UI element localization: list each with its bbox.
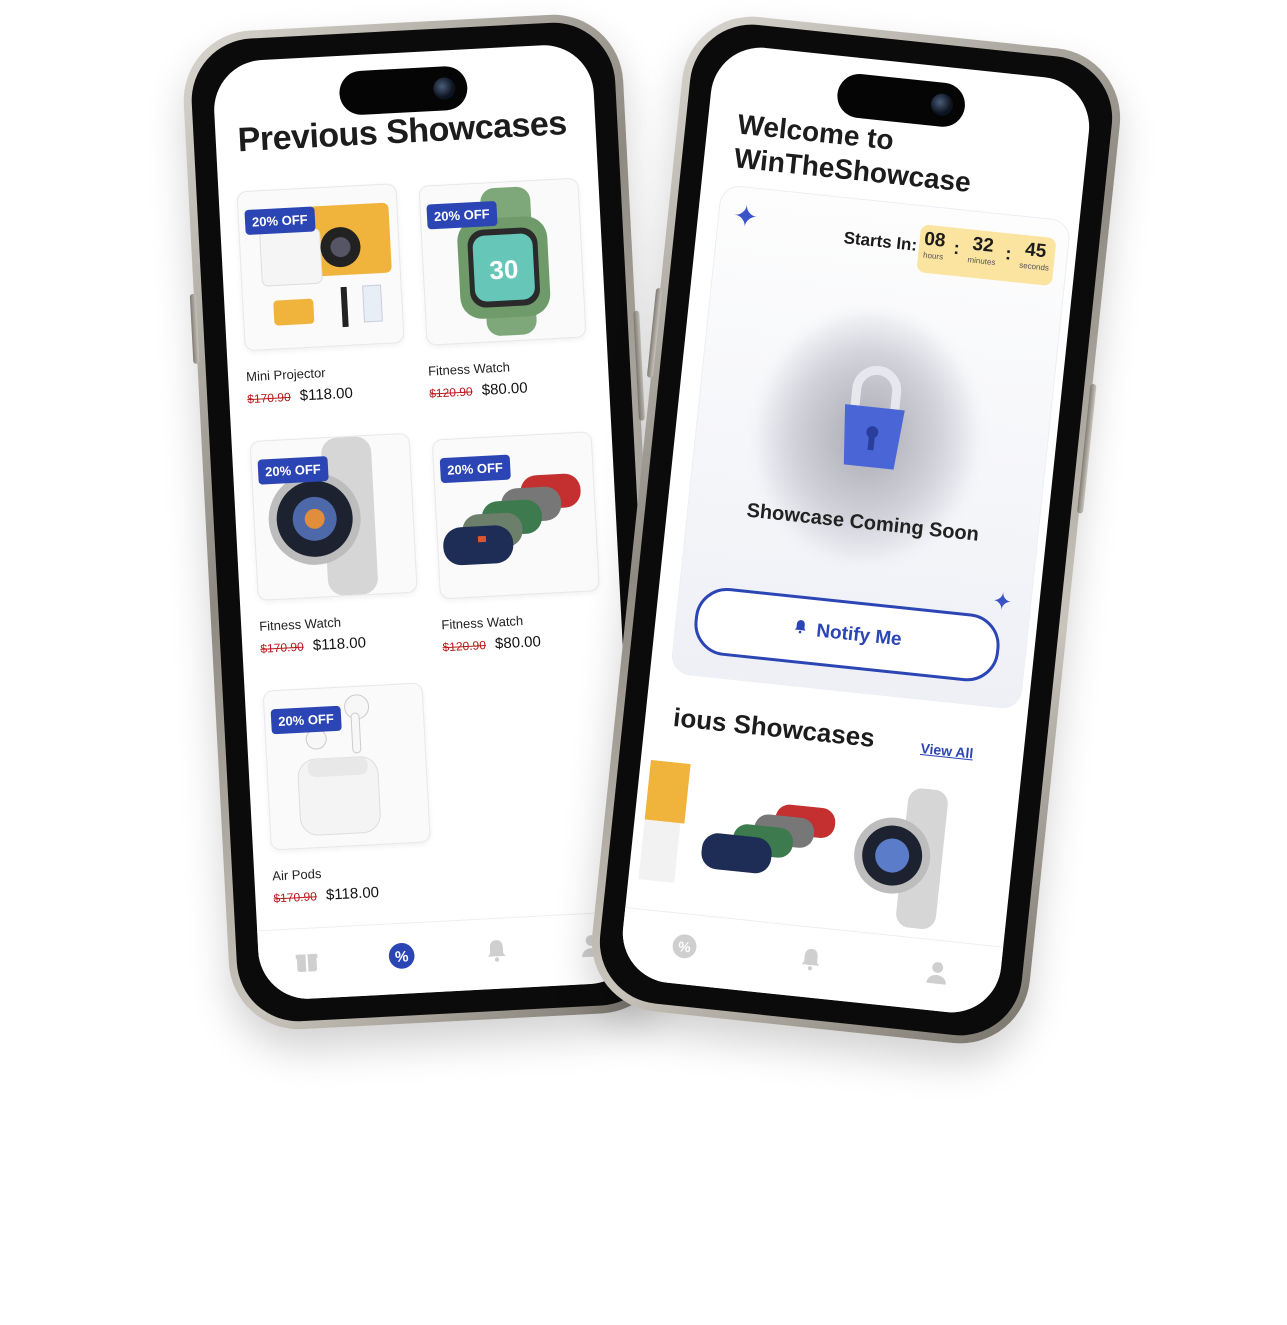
- phone-bezel: Previous Showcases 20% OFF Mini Projecto…: [188, 19, 664, 1025]
- sparkle-icon: ✦: [990, 587, 1014, 617]
- product-card[interactable]: 20% OFF Fitness Watch $170.90 $118.00: [249, 432, 421, 657]
- product-card[interactable]: 20% OFF 30 Fitness Watch $120.90 $80.00: [418, 177, 590, 402]
- timer-seconds-label: seconds: [1018, 260, 1050, 273]
- timer-seconds: 45 seconds: [1018, 239, 1052, 273]
- profile-icon[interactable]: [915, 957, 958, 994]
- new-price: $80.00: [494, 633, 542, 653]
- old-price: $170.90: [273, 889, 318, 906]
- price-row: $170.90 $118.00: [260, 631, 421, 656]
- starts-in-label: Starts In:: [842, 228, 919, 255]
- price-row: $120.90 $80.00: [442, 630, 603, 655]
- product-card[interactable]: 20% OFF Air Pods $170.90 $118.00: [262, 682, 434, 906]
- product-name: Mini Projector: [245, 365, 326, 385]
- product-image: 20% OFF: [262, 682, 431, 851]
- gift-icon[interactable]: [286, 946, 328, 981]
- phone-home: Welcome to WinTheShowcase ✦ ✦ Starts In:…: [584, 9, 1128, 1051]
- projector-thumbnail: [638, 759, 691, 883]
- phone-side-button: [189, 293, 200, 364]
- dynamic-island: [338, 65, 469, 116]
- notify-me-label: Notify Me: [815, 620, 903, 651]
- product-grid: 20% OFF Mini Projector $170.90 $118.00 2…: [236, 172, 615, 905]
- lock-icon: [843, 365, 905, 470]
- bottom-tab-bar: %: [257, 910, 641, 1002]
- timer-colon: :: [952, 237, 961, 259]
- timer-minutes: 32 minutes: [967, 233, 998, 267]
- discount-badge: 20% OFF: [439, 454, 511, 484]
- timer-minutes-label: minutes: [967, 255, 996, 268]
- screen: Welcome to WinTheShowcase ✦ ✦ Starts In:…: [617, 42, 1095, 1018]
- price-row: $170.90 $118.00: [273, 881, 434, 906]
- old-price: $120.90: [428, 384, 473, 401]
- bell-icon: [791, 618, 809, 642]
- new-price: $80.00: [481, 379, 529, 399]
- old-price: $120.90: [442, 638, 487, 655]
- old-price: $170.90: [260, 639, 305, 656]
- discount-badge: 20% OFF: [270, 705, 342, 735]
- sparkle-icon: ✦: [731, 199, 760, 235]
- phone-side-button: [633, 310, 645, 421]
- product-image: 20% OFF: [236, 183, 405, 352]
- new-price: $118.00: [299, 384, 354, 405]
- discount-badge: 20% OFF: [426, 200, 498, 230]
- showcase-card: ✦ ✦ Starts In: 08 hours : 32 minutes : 4: [669, 184, 1072, 711]
- discount-icon[interactable]: %: [380, 940, 422, 977]
- timer-seconds-value: 45: [1024, 239, 1048, 263]
- new-price: $118.00: [325, 883, 380, 904]
- svg-text:%: %: [678, 938, 693, 955]
- discount-badge: 20% OFF: [257, 456, 329, 485]
- old-price: $170.90: [246, 389, 292, 407]
- product-image: 20% OFF 30: [418, 177, 587, 346]
- countdown-timer: 08 hours : 32 minutes : 45 seconds: [916, 224, 1057, 287]
- timer-colon: :: [1004, 243, 1013, 264]
- product-card[interactable]: 20% OFF Fitness Watch $120.90 $80.00: [431, 431, 603, 655]
- timer-minutes-value: 32: [971, 233, 995, 257]
- svg-text:30: 30: [489, 254, 519, 285]
- bell-icon[interactable]: [475, 936, 517, 971]
- discount-badge: 20% OFF: [244, 206, 316, 236]
- timer-hours-value: 08: [923, 228, 947, 252]
- camera-icon: [432, 76, 456, 101]
- svg-text:%: %: [394, 948, 409, 966]
- product-image: 20% OFF: [249, 432, 418, 601]
- new-price: $118.00: [312, 634, 367, 655]
- product-name: Fitness Watch: [258, 614, 342, 634]
- section-title: ious Showcases: [671, 702, 877, 754]
- camera-icon: [929, 92, 955, 117]
- price-row: $120.90 $80.00: [429, 376, 590, 401]
- product-image: 20% OFF: [431, 431, 600, 600]
- product-name: Air Pods: [271, 865, 322, 884]
- product-card[interactable]: 20% OFF Mini Projector $170.90 $118.00: [236, 183, 407, 407]
- view-all-link[interactable]: View All: [920, 740, 974, 761]
- bell-icon[interactable]: [789, 944, 832, 981]
- notify-me-button[interactable]: Notify Me: [691, 584, 1003, 685]
- phone-bezel: Welcome to WinTheShowcase ✦ ✦ Starts In:…: [593, 18, 1119, 1042]
- timer-hours: 08 hours: [922, 228, 947, 262]
- timer-hours-label: hours: [922, 250, 944, 262]
- product-name: Fitness Watch: [427, 359, 511, 379]
- price-row: $170.90 $118.00: [247, 382, 408, 407]
- silver-watch-thumbnail: [854, 788, 948, 930]
- discount-icon[interactable]: %: [663, 931, 706, 968]
- screen: Previous Showcases 20% OFF Mini Projecto…: [211, 42, 641, 1002]
- speakers-thumbnail: [701, 804, 836, 874]
- product-name: Fitness Watch: [441, 613, 524, 633]
